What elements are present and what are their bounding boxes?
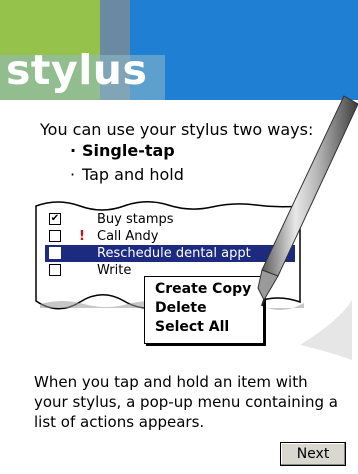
page-title: stylus (6, 46, 148, 94)
todo-item-reschedule[interactable]: Reschedule dental appt (45, 245, 295, 262)
checkbox[interactable] (49, 264, 61, 276)
todo-list: ✔ Buy stamps ! Call Andy Reschedule dent… (45, 211, 295, 279)
checkbox[interactable] (49, 230, 61, 242)
menu-item-delete[interactable]: Delete (145, 299, 263, 318)
next-button[interactable]: Next (280, 442, 346, 466)
todo-item-buy-stamps[interactable]: ✔ Buy stamps (45, 211, 295, 228)
todo-item-call-andy[interactable]: ! Call Andy (45, 228, 295, 245)
intro-text: You can use your stylus two ways: (40, 120, 314, 139)
checkbox-checked[interactable]: ✔ (49, 213, 61, 225)
checkbox[interactable] (49, 247, 61, 259)
context-menu: Create Copy Delete Select All (144, 276, 264, 344)
todo-item-label: Buy stamps (97, 212, 174, 227)
menu-item-create-copy[interactable]: Create Copy (145, 280, 263, 299)
todo-item-label: Call Andy (97, 229, 159, 244)
bullet-single-tap: · Single-tap (70, 141, 175, 160)
todo-item-label: Reschedule dental appt (97, 246, 251, 261)
bullet-label: Tap and hold (82, 165, 184, 184)
bullet-tap-and-hold: · Tap and hold (70, 165, 184, 184)
bullet-label: Single-tap (82, 141, 175, 160)
header-banner: stylus (0, 0, 358, 100)
todo-item-label: Write (97, 263, 132, 278)
menu-item-select-all[interactable]: Select All (145, 318, 263, 337)
priority-icon: ! (79, 229, 85, 244)
description-text: When you tap and hold an item with your … (34, 373, 338, 431)
